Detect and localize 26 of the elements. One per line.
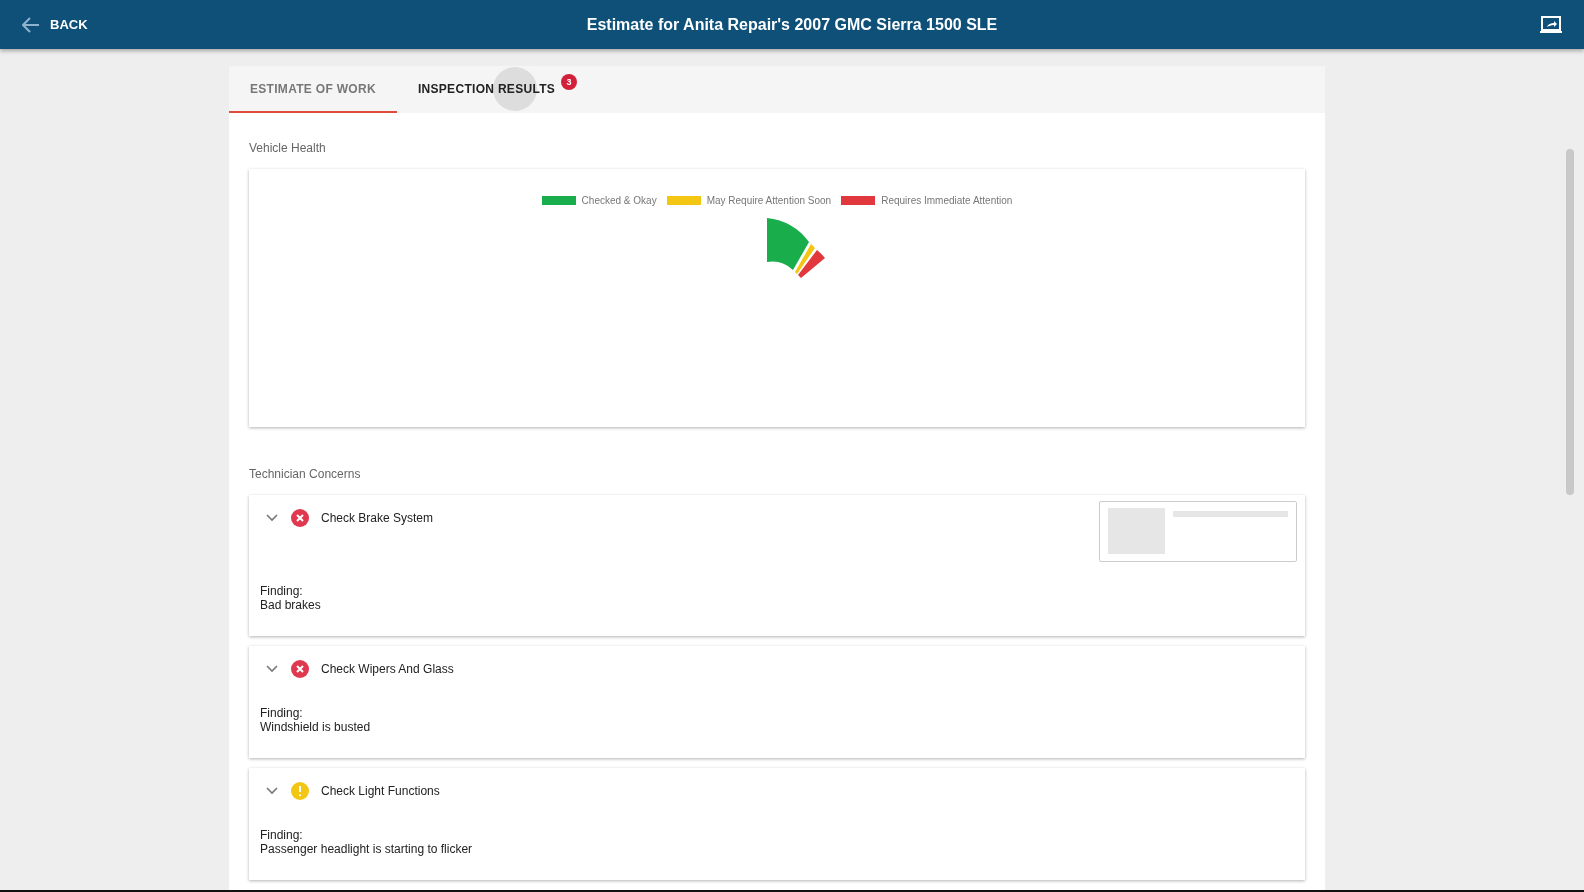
back-arrow-icon	[22, 16, 40, 33]
finding-text: Bad brakes	[260, 598, 322, 612]
finding-text: Passenger headlight is starting to flicker	[260, 842, 474, 856]
legend-label: May Require Attention Soon	[706, 195, 832, 206]
legend-label: Requires Immediate Attention	[881, 195, 1013, 206]
photo-thumbnail-card[interactable]	[1099, 501, 1297, 562]
legend-label: Checked & Okay	[581, 195, 657, 206]
count-badge: 3	[561, 74, 578, 90]
finding-text: Windshield is busted	[260, 720, 372, 734]
concern-title: Check Light Functions	[321, 784, 440, 798]
photo-placeholder	[1108, 508, 1165, 554]
screen-share-icon[interactable]	[1540, 15, 1562, 34]
back-button[interactable]: BACK	[22, 16, 88, 33]
page-title: Estimate for Anita Repair's 2007 GMC Sierra 1500 SLE	[586, 15, 998, 34]
concern-title: Check Brake System	[321, 511, 434, 525]
finding-label: Finding:	[260, 706, 304, 720]
tab[interactable]: ESTIMATE OF WORK	[229, 66, 397, 113]
chevron-down-icon[interactable]	[265, 513, 279, 523]
finding-label: Finding:	[260, 584, 304, 598]
section-heading: Vehicle Health	[249, 141, 327, 155]
concern-title: Check Wipers And Glass	[321, 662, 454, 676]
tab[interactable]: INSPECTION RESULTS 3	[396, 66, 584, 113]
chevron-down-icon[interactable]	[265, 786, 279, 796]
finding-label: Finding:	[260, 828, 304, 842]
section-heading: Technician Concerns	[249, 467, 362, 481]
chevron-down-icon[interactable]	[265, 664, 279, 674]
